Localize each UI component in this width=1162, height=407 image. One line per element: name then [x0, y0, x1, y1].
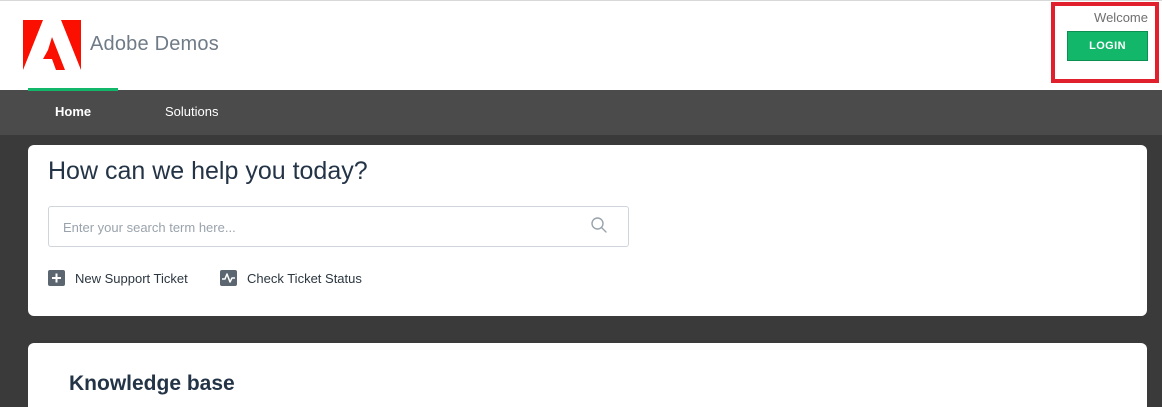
search-box[interactable]: [48, 206, 629, 247]
nav-item-solutions[interactable]: Solutions: [165, 104, 218, 119]
header-bar: Adobe Demos: [0, 0, 1162, 90]
check-ticket-status-label: Check Ticket Status: [247, 271, 362, 286]
search-input[interactable]: [63, 218, 563, 236]
plus-icon: [48, 270, 65, 286]
knowledge-base-heading: Knowledge base: [69, 372, 235, 395]
adobe-logo-icon[interactable]: [23, 20, 81, 70]
brand-name[interactable]: Adobe Demos: [90, 33, 219, 56]
active-tab-indicator: [28, 88, 118, 91]
new-support-ticket-label: New Support Ticket: [75, 271, 188, 286]
welcome-text: Welcome: [1094, 10, 1148, 25]
activity-icon: [220, 270, 237, 286]
help-heading: How can we help you today?: [48, 157, 368, 185]
nav-item-home[interactable]: Home: [55, 104, 91, 119]
login-button[interactable]: LOGIN: [1067, 31, 1148, 61]
search-icon[interactable]: [590, 216, 608, 234]
